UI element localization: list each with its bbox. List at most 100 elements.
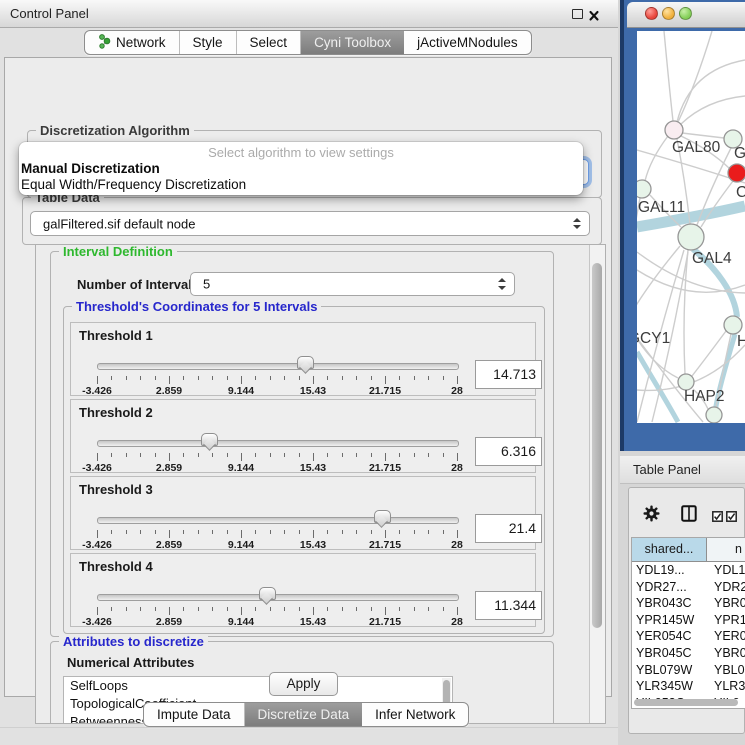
slider-track[interactable]: [97, 517, 459, 524]
table-row[interactable]: YER054CYER0: [632, 628, 745, 645]
threshold-value-field[interactable]: 11.344: [475, 591, 542, 620]
group-title: Discretization Algorithm: [36, 123, 194, 138]
threshold-panel: Threshold 4-3.4262.8599.14415.4321.71528…: [70, 553, 536, 627]
tab-jactivemnodules[interactable]: jActiveMNodules: [404, 31, 531, 54]
table-row[interactable]: YPR145WYPR1: [632, 612, 745, 629]
slider-tick: [111, 376, 112, 380]
combo-spinner-icon: [573, 218, 581, 230]
gear-icon[interactable]: [643, 505, 660, 527]
threshold-label: Threshold 1: [79, 328, 153, 343]
threshold-value-field[interactable]: 14.713: [475, 360, 542, 389]
network-node[interactable]: [665, 121, 683, 139]
checkbox-icon[interactable]: [712, 509, 723, 527]
slider-track[interactable]: [97, 594, 459, 601]
table-row[interactable]: YDR27...YDR2: [632, 579, 745, 596]
slider-tick: [385, 453, 386, 461]
table-row[interactable]: YDL19...YDL1: [632, 562, 745, 579]
slider-tick: [255, 376, 256, 380]
network-edge[interactable]: [681, 96, 745, 124]
table-rows: YDL19...YDL1YDR27...YDR2YBR043CYBR0YPR14…: [632, 562, 745, 699]
slider-tick: [241, 530, 242, 538]
tab-select[interactable]: Select: [237, 31, 302, 54]
network-edge[interactable]: [678, 31, 712, 122]
slider-tick: [385, 530, 386, 538]
slider-tick: [371, 376, 372, 380]
slider-tick: [428, 376, 429, 380]
tick-label: 2.859: [141, 462, 197, 474]
slider-tick: [399, 376, 400, 380]
slider-tick: [371, 453, 372, 457]
algorithm-option[interactable]: Manual Discretization: [21, 161, 160, 176]
slider-tick: [227, 530, 228, 534]
tick-label: 2.859: [141, 539, 197, 551]
slider-thumb[interactable]: [259, 587, 276, 600]
split-view-icon[interactable]: [681, 505, 697, 527]
vertical-scrollbar[interactable]: [589, 245, 605, 723]
zoom-traffic-light[interactable]: [679, 7, 692, 20]
tab-style[interactable]: Style: [180, 31, 237, 54]
attribute-list-item[interactable]: SelfLoops: [64, 677, 452, 695]
slider-tick: [299, 530, 300, 534]
threshold-panel: Threshold 3-3.4262.8599.14415.4321.71528…: [70, 476, 536, 550]
table-cell: YBR043C: [632, 595, 707, 612]
tab-label: Network: [116, 35, 166, 50]
close-traffic-light[interactable]: [645, 7, 658, 20]
network-canvas[interactable]: GAL80GACGAL11GAL4GCY1HHAP2: [637, 31, 745, 423]
scrollbar-thumb[interactable]: [592, 263, 602, 628]
num-intervals-combobox[interactable]: 5: [190, 272, 515, 296]
table-row[interactable]: YBL079WYBL0: [632, 662, 745, 679]
slider-tick: [227, 453, 228, 457]
slider-tick: [428, 607, 429, 611]
checkbox-icon[interactable]: [726, 509, 737, 527]
apply-button[interactable]: Apply: [269, 672, 338, 696]
dropdown-hint: Select algorithm to view settings: [19, 145, 583, 160]
table-row[interactable]: YBR045CYBR0: [632, 645, 745, 662]
slider-track[interactable]: [97, 363, 459, 370]
slider-track[interactable]: [97, 440, 459, 447]
tick-label: 9.144: [213, 539, 269, 551]
tab-discretize-data[interactable]: Discretize Data: [245, 703, 363, 726]
threshold-value-field[interactable]: 21.4: [475, 514, 542, 543]
network-node[interactable]: [706, 407, 722, 423]
slider-tick: [212, 530, 213, 534]
table-row[interactable]: YBR043CYBR0: [632, 595, 745, 612]
network-highlight-edge[interactable]: [637, 352, 678, 422]
algorithm-option[interactable]: Equal Width/Frequency Discretization: [21, 177, 246, 192]
slider-thumb[interactable]: [201, 433, 218, 446]
slider-tick: [183, 376, 184, 380]
network-node[interactable]: [637, 180, 651, 198]
slider-thumb[interactable]: [297, 356, 314, 369]
minimize-traffic-light[interactable]: [662, 7, 675, 20]
group-title: Attributes to discretize: [59, 634, 208, 649]
tab-impute-data[interactable]: Impute Data: [144, 703, 245, 726]
table-cell: YDR27...: [632, 579, 707, 596]
table-panel-title: Table Panel: [633, 462, 701, 477]
slider-tick: [313, 530, 314, 538]
network-edge[interactable]: [692, 331, 726, 376]
tab-infer-network[interactable]: Infer Network: [362, 703, 468, 726]
table-cell: YBR045C: [632, 645, 707, 662]
float-icon[interactable]: [572, 9, 583, 19]
slider-tick: [327, 376, 328, 380]
table-data-combobox[interactable]: galFiltered.sif default node: [30, 211, 590, 236]
table-row[interactable]: YLR345WYLR3: [632, 678, 745, 695]
network-edge[interactable]: [664, 31, 673, 121]
tab-network[interactable]: Network: [85, 31, 180, 54]
slider-tick: [414, 376, 415, 380]
network-edge[interactable]: [677, 60, 745, 122]
threshold-label: Threshold 3: [79, 482, 153, 497]
network-window-titlebar: [627, 2, 745, 28]
network-node[interactable]: [678, 224, 704, 250]
column-header[interactable]: n: [707, 538, 745, 561]
slider-tick: [356, 376, 357, 380]
network-node[interactable]: [728, 164, 745, 182]
close-icon[interactable]: [589, 8, 599, 26]
threshold-value-field[interactable]: 6.316: [475, 437, 542, 466]
slider-thumb[interactable]: [374, 510, 391, 523]
tab-cyni-toolbox[interactable]: Cyni Toolbox: [301, 31, 404, 54]
network-node[interactable]: [724, 316, 742, 334]
network-edge[interactable]: [682, 133, 724, 138]
column-header[interactable]: shared...: [632, 538, 707, 561]
horizontal-scrollbar[interactable]: [634, 699, 738, 706]
control-panel-titlebar: Control Panel: [0, 0, 618, 28]
